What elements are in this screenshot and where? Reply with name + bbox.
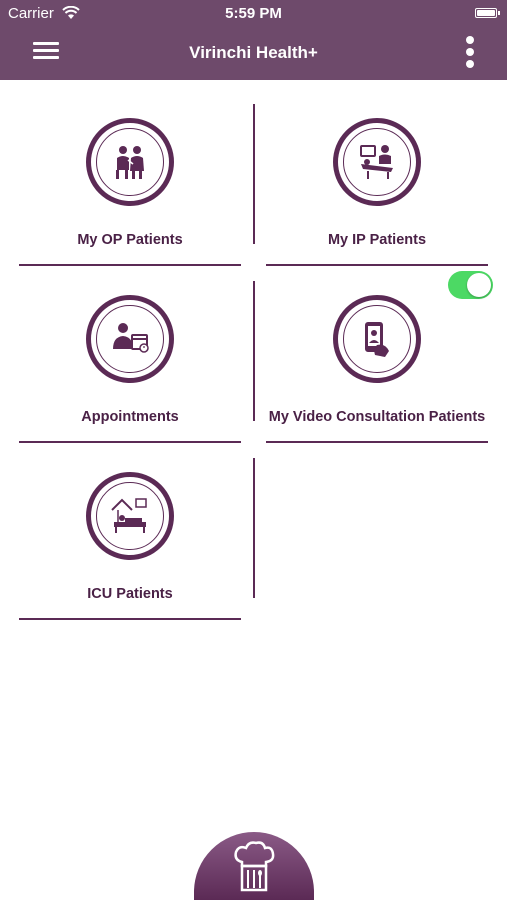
column-divider: [253, 104, 255, 244]
tile-icu-patients[interactable]: ICU Patients: [19, 458, 241, 620]
column-divider: [253, 458, 255, 598]
tile-my-ip-patients[interactable]: My IP Patients: [266, 104, 488, 266]
tile-underline: [266, 441, 488, 443]
tile-underline: [19, 264, 241, 266]
tile-label: ICU Patients: [87, 586, 173, 602]
tile-my-op-patients[interactable]: My OP Patients: [19, 104, 241, 266]
column-divider: [253, 281, 255, 421]
status-time: 5:59 PM: [225, 5, 282, 22]
tile-label: My OP Patients: [77, 232, 183, 248]
more-vertical-icon[interactable]: [463, 36, 477, 68]
chef-hat-cutlery-icon: [234, 841, 275, 892]
app-header: Carrier 5:59 PM Virinchi Health+: [0, 0, 507, 80]
battery-icon: [475, 8, 500, 18]
page-title: Virinchi Health+: [189, 43, 318, 62]
status-bar: Carrier 5:59 PM: [0, 0, 507, 28]
tile-my-video-consultation-patients[interactable]: My Video Consultation Patients: [266, 281, 488, 443]
kitchen-orders-button[interactable]: [194, 832, 314, 900]
icu-bed-icon: [86, 472, 174, 560]
doctor-patient-icon: [86, 118, 174, 206]
video-call-phone-icon: [333, 295, 421, 383]
hospital-bed-icon: [333, 118, 421, 206]
tile-underline: [19, 618, 241, 620]
tile-label: My Video Consultation Patients: [268, 409, 486, 425]
tile-label: Appointments: [81, 409, 179, 425]
tile-underline: [19, 441, 241, 443]
toggle-knob: [467, 273, 491, 297]
tile-underline: [266, 264, 488, 266]
appointment-calendar-icon: [86, 295, 174, 383]
video-consultation-toggle[interactable]: [448, 271, 493, 299]
tile-label: My IP Patients: [327, 232, 427, 248]
tile-appointments[interactable]: Appointments: [19, 281, 241, 443]
